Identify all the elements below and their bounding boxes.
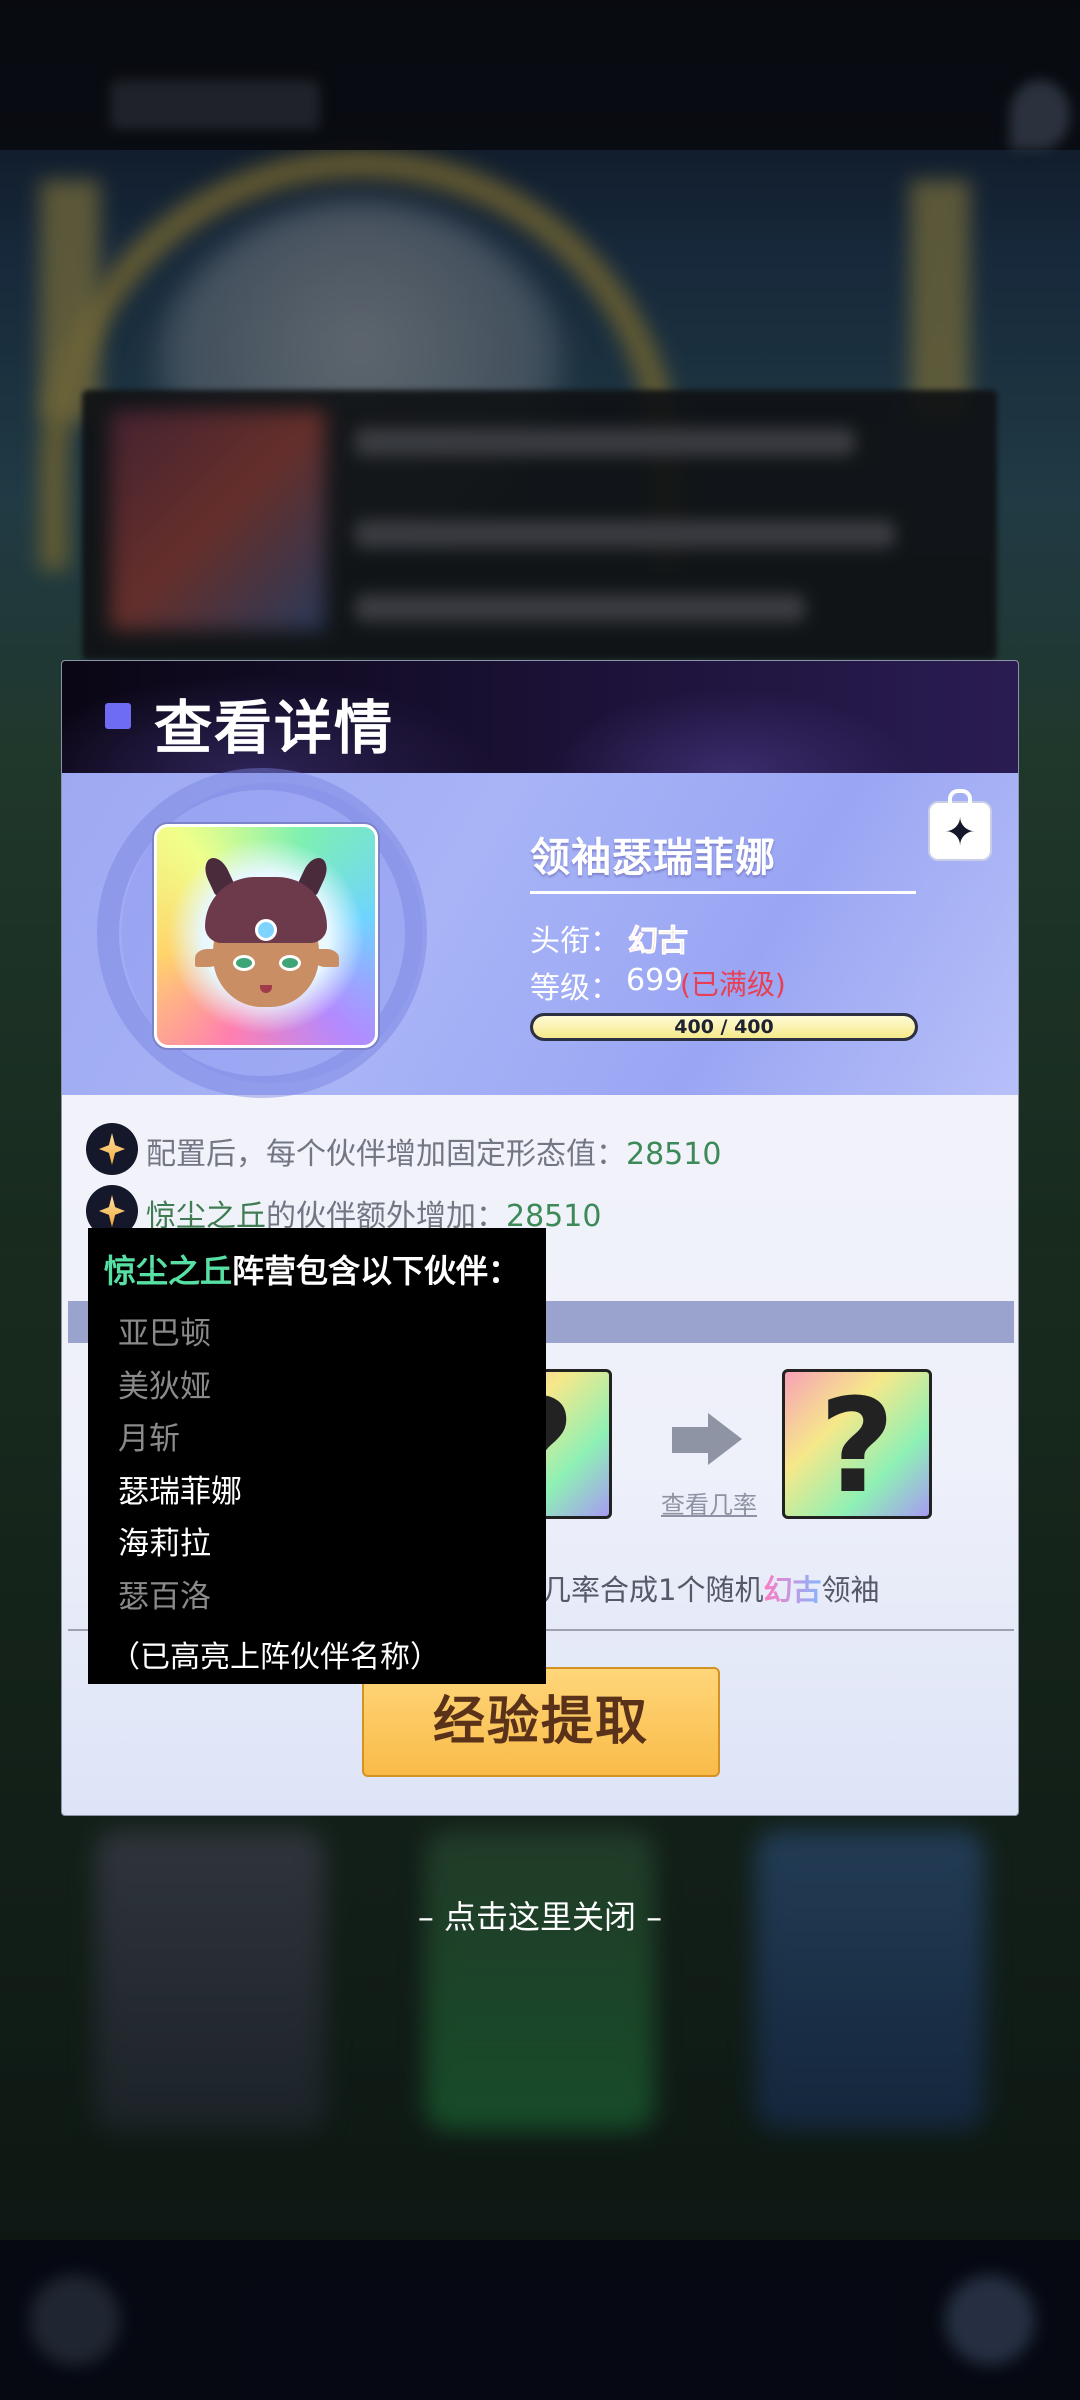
tooltip-member-item: 亚巴顿 (118, 1316, 211, 1352)
tooltip-member-item: 瑟瑞菲娜 (118, 1473, 242, 1510)
avatar-portrait (167, 837, 365, 1035)
hero-title-badge: 幻古 (628, 916, 689, 960)
modal-title: 查看详情 (154, 694, 395, 762)
hero-level-value: 699 (626, 963, 684, 998)
bonus-value: 28510 (626, 1137, 722, 1172)
hero-name-underline (530, 891, 916, 894)
arrow-right-icon (672, 1413, 744, 1465)
tooltip-title: 惊尘之丘阵营包含以下伙伴： (104, 1246, 520, 1292)
hero-level-label: 等级： (530, 971, 620, 1006)
share-button[interactable]: ✦ (928, 789, 992, 861)
modal-header: 查看详情 (62, 661, 1018, 773)
hero-avatar[interactable] (154, 824, 378, 1048)
xp-progress-bar: 400 / 400 (530, 1013, 918, 1041)
close-hint[interactable]: – 点击这里关闭 – (0, 1892, 1080, 1938)
synthesis-description: 几率合成1个随机幻古领袖 (542, 1567, 879, 1609)
bonus-text: 配置后，每个伙伴增加固定形态值：28510 (146, 1129, 721, 1173)
avatar-eye (233, 955, 255, 971)
star-gem-icon (86, 1123, 138, 1175)
faction-tooltip: 惊尘之丘阵营包含以下伙伴： 亚巴顿美狄娅月斩瑟瑞菲娜海莉拉瑟百洛 （已高亮上阵伙… (88, 1228, 546, 1684)
synthesis-rarity-badge: 幻古 (763, 1573, 822, 1607)
tooltip-title-suffix: 阵营包含以下伙伴： (232, 1252, 521, 1290)
view-probability-link[interactable]: 查看几率 (654, 1485, 764, 1520)
hero-name: 领袖瑟瑞菲娜 (530, 834, 776, 881)
tooltip-member-item: 瑟百洛 (118, 1578, 211, 1615)
extract-exp-label: 经验提取 (432, 1691, 649, 1752)
question-card-icon: ? (819, 1370, 895, 1522)
hero-title-label: 头衔： (530, 924, 620, 959)
tooltip-member-item: 美狄娅 (118, 1368, 211, 1405)
tooltip-member-item: 月斩 (118, 1421, 180, 1457)
tooltip-faction-name: 惊尘之丘 (104, 1252, 233, 1290)
bonus-label: 配置后，每个伙伴增加固定形态值： (146, 1137, 626, 1172)
tooltip-note: （已高亮上阵伙伴名称） (110, 1640, 440, 1675)
xp-progress-text: 400 / 400 (674, 1016, 774, 1038)
hero-summary: 领袖瑟瑞菲娜 头衔： 幻古 等级： 699 (已满级) 400 / 400 ✦ (62, 768, 1018, 1098)
sparkle-icon: ✦ (944, 810, 976, 854)
tooltip-member-item: 海莉拉 (118, 1526, 211, 1562)
header-accent-square (105, 703, 131, 729)
synthesis-suffix: 领袖 (821, 1573, 880, 1607)
share-lock-icon (948, 789, 972, 807)
avatar-eye (279, 955, 301, 971)
avatar-forehead-gem (255, 919, 277, 941)
synthesis-prefix: 几率合成1个随机 (542, 1573, 764, 1607)
result-card[interactable]: ? (782, 1369, 932, 1522)
hero-level-status: (已满级) (680, 968, 786, 1001)
